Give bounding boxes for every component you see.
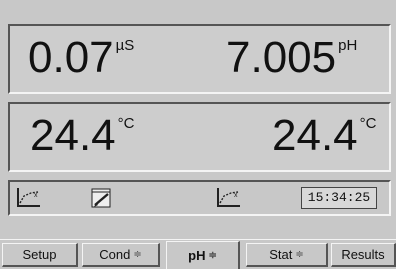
tab-setup[interactable]: Setup (2, 243, 78, 267)
ph-reading: 7.005 pH (226, 36, 357, 80)
temperature-left-unit: °C (117, 115, 135, 132)
graph-icon[interactable]: x (14, 186, 44, 210)
tab-stat-label: Stat (269, 247, 293, 262)
clock-display: 15:34:25 (301, 187, 377, 209)
conductivity-value: 0.07 (28, 33, 114, 82)
conductivity-unit: µS (115, 37, 135, 54)
tab-results[interactable]: Results (331, 243, 396, 267)
temperature-reading-left: 24.4 °C (30, 114, 134, 158)
svg-text:x: x (34, 192, 38, 199)
tab-ph-label: pH (188, 248, 206, 263)
tab-bar: Setup Cond ≑ pH ≑ Stat ≑ Results (0, 233, 396, 269)
temperature-right-value: 24.4 (272, 111, 358, 160)
reading-panel-top: 0.07 µS 7.005 pH (8, 24, 391, 94)
conductivity-reading: 0.07 µS (28, 36, 134, 80)
svg-text:x: x (234, 192, 238, 199)
up-down-arrows-icon: ≑ (208, 249, 217, 261)
tab-cond-label: Cond (99, 247, 131, 262)
ph-value: 7.005 (226, 33, 337, 82)
notepad-icon[interactable] (86, 186, 116, 210)
tab-results-label: Results (341, 247, 385, 262)
temperature-reading-right: 24.4 °C (272, 114, 376, 158)
tab-bar-divider (0, 239, 396, 240)
up-down-arrows-icon: ≑ (133, 248, 142, 260)
temperature-left-value: 24.4 (30, 111, 116, 160)
up-down-arrows-icon: ≑ (295, 248, 304, 260)
ph-unit: pH (338, 37, 358, 54)
tab-ph[interactable]: pH ≑ (166, 241, 240, 269)
tab-cond[interactable]: Cond ≑ (82, 243, 160, 267)
reading-panel-temperature: 24.4 °C 24.4 °C (8, 102, 391, 172)
graph-icon[interactable]: x (214, 186, 244, 210)
toolbar: x x 15:34:25 (8, 180, 391, 216)
tab-setup-label: Setup (22, 247, 57, 262)
temperature-right-unit: °C (359, 115, 377, 132)
tab-stat[interactable]: Stat ≑ (246, 243, 328, 267)
